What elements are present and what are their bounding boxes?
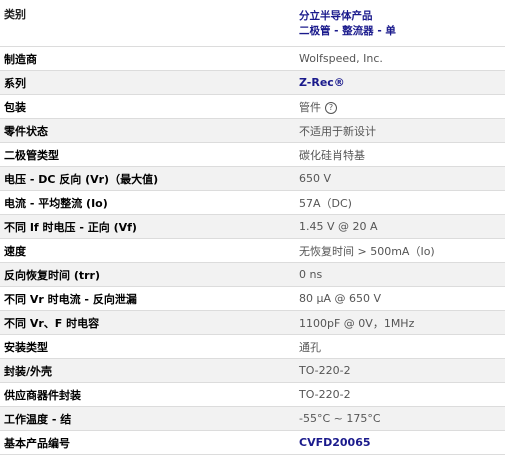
table-row: 系列 Z-Rec® xyxy=(0,70,505,95)
attribute-value: 无恢复时间 > 500mA（Io) xyxy=(295,238,505,263)
attribute-label: 不同 Vr、F 时电容 xyxy=(0,310,295,335)
table-row: 包装 管件? xyxy=(0,94,505,119)
category-value: 分立半导体产品 二极管 - 整流器 - 单 xyxy=(295,0,505,47)
table-row: 制造商 Wolfspeed, Inc. xyxy=(0,46,505,71)
table-row: 供应商器件封装 TO-220-2 xyxy=(0,382,505,407)
attribute-value: 管件? xyxy=(295,94,505,119)
base-product-number-link[interactable]: CVFD20065 xyxy=(299,436,371,449)
product-attributes-table: 类别 分立半导体产品 二极管 - 整流器 - 单 制造商 Wolfspeed, … xyxy=(0,0,505,455)
packaging-value: 管件 xyxy=(299,100,321,114)
category-link-rectifiers-single[interactable]: 二极管 - 整流器 - 单 xyxy=(299,25,396,37)
attribute-value: -55°C ~ 175°C xyxy=(295,406,505,431)
table-row: 电压 - DC 反向 (Vr)（最大值) 650 V xyxy=(0,166,505,191)
attribute-value: 1.45 V @ 20 A xyxy=(295,214,505,239)
attribute-value: Wolfspeed, Inc. xyxy=(295,46,505,71)
attribute-value: 通孔 xyxy=(295,334,505,359)
attribute-label: 安装类型 xyxy=(0,334,295,359)
attribute-label: 电流 - 平均整流 (Io) xyxy=(0,190,295,215)
table-row: 安装类型 通孔 xyxy=(0,334,505,359)
table-row: 不同 Vr 时电流 - 反向泄漏 80 µA @ 650 V xyxy=(0,286,505,311)
attribute-label: 包装 xyxy=(0,94,295,119)
attribute-value: TO-220-2 xyxy=(295,358,505,383)
attribute-label: 反向恢复时间 (trr) xyxy=(0,262,295,287)
attribute-label: 不同 Vr 时电流 - 反向泄漏 xyxy=(0,286,295,311)
attribute-label: 工作温度 - 结 xyxy=(0,406,295,431)
attribute-label: 不同 If 时电压 - 正向 (Vf) xyxy=(0,214,295,239)
attribute-label: 零件状态 xyxy=(0,118,295,143)
table-row: 不同 Vr、F 时电容 1100pF @ 0V，1MHz xyxy=(0,310,505,335)
attribute-value: 0 ns xyxy=(295,262,505,287)
table-row: 电流 - 平均整流 (Io) 57A（DC) xyxy=(0,190,505,215)
table-row: 反向恢复时间 (trr) 0 ns xyxy=(0,262,505,287)
attribute-value: TO-220-2 xyxy=(295,382,505,407)
table-row: 封装/外壳 TO-220-2 xyxy=(0,358,505,383)
help-icon[interactable]: ? xyxy=(325,101,337,114)
category-label: 类别 xyxy=(0,0,295,47)
attribute-label: 速度 xyxy=(0,238,295,263)
attribute-value: 80 µA @ 650 V xyxy=(295,286,505,311)
attribute-label: 制造商 xyxy=(0,46,295,71)
attribute-value: 57A（DC) xyxy=(295,190,505,215)
attribute-label: 电压 - DC 反向 (Vr)（最大值) xyxy=(0,166,295,191)
attribute-value: 不适用于新设计 xyxy=(295,118,505,143)
category-link-discrete[interactable]: 分立半导体产品 xyxy=(299,10,373,22)
category-row: 类别 分立半导体产品 二极管 - 整流器 - 单 xyxy=(0,0,505,47)
table-row: 工作温度 - 结 -55°C ~ 175°C xyxy=(0,406,505,431)
table-row: 速度 无恢复时间 > 500mA（Io) xyxy=(0,238,505,263)
attribute-label: 封装/外壳 xyxy=(0,358,295,383)
attribute-value: Z-Rec® xyxy=(295,70,505,95)
table-row: 零件状态 不适用于新设计 xyxy=(0,118,505,143)
attribute-value: 碳化硅肖特基 xyxy=(295,142,505,167)
table-row: 二极管类型 碳化硅肖特基 xyxy=(0,142,505,167)
attribute-value: 1100pF @ 0V，1MHz xyxy=(295,310,505,335)
attribute-label: 二极管类型 xyxy=(0,142,295,167)
attribute-label: 供应商器件封装 xyxy=(0,382,295,407)
series-link[interactable]: Z-Rec® xyxy=(299,76,345,89)
table-row: 不同 If 时电压 - 正向 (Vf) 1.45 V @ 20 A xyxy=(0,214,505,239)
attribute-label: 系列 xyxy=(0,70,295,95)
attribute-value: 650 V xyxy=(295,166,505,191)
